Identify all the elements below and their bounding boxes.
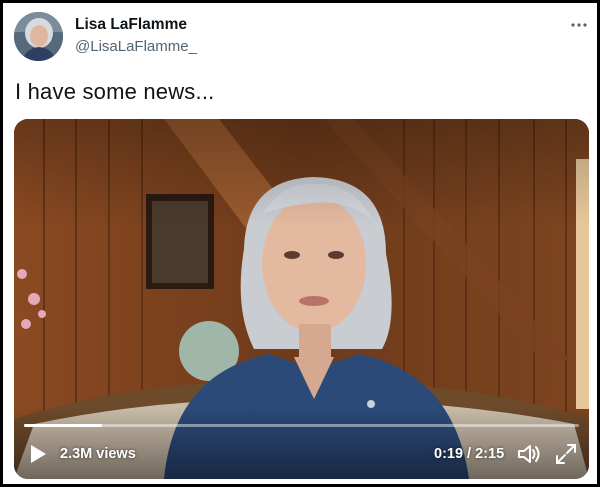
video-controls: 2.3M views 0:19 / 2:15 — [14, 437, 589, 467]
play-button[interactable] — [28, 444, 48, 464]
volume-button[interactable] — [517, 443, 541, 465]
volume-icon — [518, 445, 540, 463]
avatar[interactable] — [14, 12, 63, 61]
time-display: 0:19 / 2:15 — [434, 446, 505, 462]
user-handle[interactable]: @LisaLaFlamme_ — [75, 38, 197, 55]
more-options-button[interactable] — [568, 15, 590, 35]
progress-bar[interactable] — [24, 424, 579, 427]
fullscreen-button[interactable] — [555, 443, 577, 465]
view-count: 2.3M views — [60, 446, 136, 462]
avatar-image — [14, 12, 63, 61]
display-name[interactable]: Lisa LaFlamme — [75, 16, 187, 34]
fullscreen-icon — [556, 444, 576, 464]
tweet-card: Lisa LaFlamme @LisaLaFlamme_ I have some… — [0, 0, 600, 487]
tweet-text: I have some news... — [15, 79, 215, 104]
more-dots-icon — [571, 23, 587, 27]
video-player[interactable]: 2.3M views 0:19 / 2:15 — [14, 119, 589, 479]
progress-fill — [24, 424, 102, 427]
play-icon — [31, 445, 46, 463]
